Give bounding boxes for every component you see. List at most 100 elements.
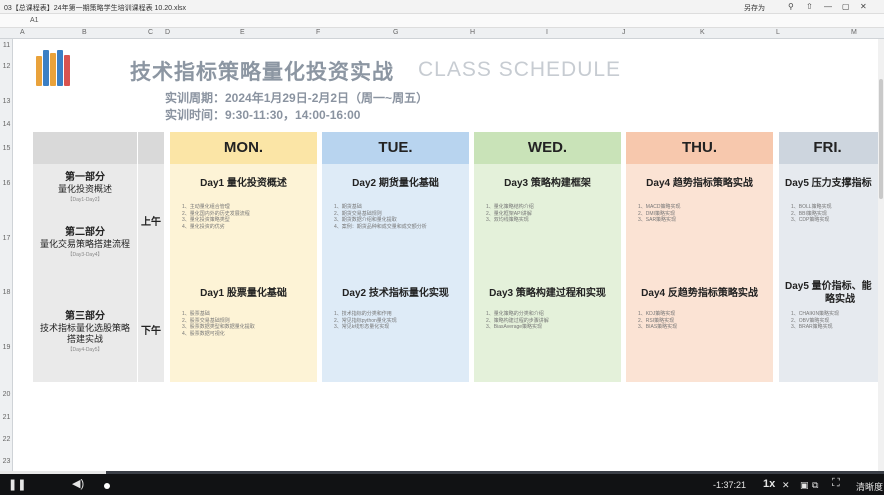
tue-am-list: 1、期货基础 2、期货交易基础规则 3、期货数据介绍和量化提取 4、案例：期货品… bbox=[334, 204, 465, 230]
list-item: 3、BiasAverage策略实现 bbox=[486, 324, 543, 330]
morning-label: 上午 bbox=[141, 217, 161, 228]
training-period: 实训周期：2024年1月29日-2月2日（周一~周五） bbox=[165, 91, 429, 105]
part-3: 第三部分 技术指标量化选股策略搭建实战 【Day4-Day5】 bbox=[33, 307, 137, 353]
window-title: 03【总课程表】24年第一期策略学生培训课程表 10.20.xlsx bbox=[4, 5, 187, 12]
part-3-title: 第三部分 bbox=[65, 311, 105, 322]
day-column-tue: TUE. Day2 期货量化基础 1、期货基础 2、期货交易基础规则 3、期货数… bbox=[322, 132, 469, 382]
list-item: 3、常见k线形态量化实现 bbox=[334, 324, 390, 330]
part-1-title: 第一部分 bbox=[65, 172, 105, 183]
row-header-14[interactable]: 14 bbox=[0, 121, 13, 128]
mon-am-title: Day1 量化投资概述 bbox=[200, 178, 287, 189]
part-2-title: 第二部分 bbox=[65, 227, 105, 238]
share-icon[interactable]: ⚲ bbox=[788, 2, 794, 11]
column-h-header[interactable]: H bbox=[470, 29, 475, 36]
column-e-header[interactable]: E bbox=[240, 29, 245, 36]
row-header-18[interactable]: 18 bbox=[0, 289, 13, 296]
thu-am-title: Day4 趋势指标策略实战 bbox=[646, 178, 753, 189]
row-header-13[interactable]: 13 bbox=[0, 98, 13, 105]
column-k-header[interactable]: K bbox=[700, 29, 705, 36]
books-logo-icon bbox=[36, 50, 70, 86]
column-c-header[interactable]: C bbox=[148, 29, 153, 36]
row-header-11[interactable]: 11 bbox=[0, 42, 13, 49]
day-header-tue: TUE. bbox=[322, 132, 469, 164]
fri-am-title: Day5 压力支撑指标 bbox=[785, 178, 872, 189]
formula-bar: A1 bbox=[0, 14, 884, 28]
mon-am-list: 1、主动量化组合管理 2、量化国内外的历史发展流程 3、量化投资策略类型 4、量… bbox=[182, 204, 313, 230]
export-icon[interactable]: ⇧ bbox=[806, 2, 813, 11]
day-column-wed: WED. Day3 策略构建框架 1、量化策略结构介绍 2、量化框架API讲解 … bbox=[474, 132, 621, 382]
column-j-header[interactable]: J bbox=[622, 29, 626, 36]
afternoon-label: 下午 bbox=[141, 326, 161, 337]
thu-am-list: 1、MACD策略实现 2、DMI策略实现 3、SAR策略实现 bbox=[638, 204, 769, 224]
clarity-button[interactable]: 清晰度 bbox=[856, 480, 883, 493]
mon-pm-list: 1、股票基础 2、股票交易基础规则 3、股票数据类型和数据量化提取 4、股票数据… bbox=[182, 311, 313, 337]
row-header-21[interactable]: 21 bbox=[0, 414, 13, 421]
fri-pm-title-line2: 略实战 bbox=[825, 294, 855, 305]
wed-am-list: 1、量化策略结构介绍 2、量化框架API讲解 3、双均线策略实现 bbox=[486, 204, 617, 224]
volume-icon[interactable]: ◀) bbox=[72, 477, 84, 490]
list-item: 4、量化投资的优劣 bbox=[182, 223, 225, 230]
window-title-bar: 03【总课程表】24年第一期策略学生培训课程表 10.20.xlsx 另存为 ⚲… bbox=[0, 0, 884, 14]
schedule-title: 技术指标策略量化投资实战 bbox=[130, 61, 394, 84]
part-3-range: 【Day4-Day5】 bbox=[67, 347, 103, 353]
day-header-wed: WED. bbox=[474, 132, 621, 164]
volume-slider-knob[interactable] bbox=[104, 483, 110, 489]
skip-icon[interactable]: ✕ bbox=[782, 480, 790, 491]
row-header-20[interactable]: 20 bbox=[0, 391, 13, 398]
danmaku-icon[interactable]: ▣ bbox=[800, 480, 809, 491]
video-progress-fill bbox=[0, 471, 107, 474]
day-header-mon: MON. bbox=[170, 132, 317, 164]
minimize-button[interactable]: — bbox=[824, 2, 832, 11]
name-box[interactable]: A1 bbox=[30, 17, 39, 24]
row-header-19[interactable]: 19 bbox=[0, 344, 13, 351]
row-header-12[interactable]: 12 bbox=[0, 63, 13, 70]
column-header-row: A B C D E F G H I J K L M bbox=[0, 28, 884, 39]
column-d-header[interactable]: D bbox=[165, 29, 170, 36]
column-m-header[interactable]: M bbox=[851, 29, 857, 36]
video-progress-bar[interactable] bbox=[0, 471, 884, 474]
mon-pm-title: Day1 股票量化基础 bbox=[200, 288, 287, 299]
scrollbar-thumb[interactable] bbox=[879, 79, 883, 199]
day-header-thu: THU. bbox=[626, 132, 773, 164]
column-i-header[interactable]: I bbox=[546, 29, 548, 36]
row-header-16[interactable]: 16 bbox=[0, 180, 13, 187]
row-header-23[interactable]: 23 bbox=[0, 458, 13, 465]
part-3-name: 技术指标量化选股策略搭建实战 bbox=[39, 323, 130, 344]
list-item: 3、SAR策略实现 bbox=[638, 217, 677, 223]
day-column-mon: MON. Day1 量化投资概述 1、主动量化组合管理 2、量化国内外的历史发展… bbox=[170, 132, 317, 382]
column-b-header[interactable]: B bbox=[82, 29, 87, 36]
row-header-17[interactable]: 17 bbox=[0, 235, 13, 242]
save-as-button[interactable]: 另存为 bbox=[744, 3, 765, 13]
row-header-15[interactable]: 15 bbox=[0, 145, 13, 152]
part-1-name: 量化投资概述 bbox=[57, 184, 112, 194]
list-item: 3、BIAS策略实现 bbox=[638, 324, 678, 330]
close-button[interactable]: ✕ bbox=[860, 2, 867, 11]
column-a-header[interactable]: A bbox=[20, 29, 25, 36]
list-item: 4、案例：期货品种和成交量和成交额分析 bbox=[334, 223, 427, 230]
tue-am-title: Day2 期货量化基础 bbox=[352, 178, 439, 189]
day-column-thu: THU. Day4 趋势指标策略实战 1、MACD策略实现 2、DMI策略实现 … bbox=[626, 132, 773, 382]
fri-pm-title: Day5 量价指标、能 bbox=[785, 281, 872, 292]
fullscreen-icon[interactable]: ⛶ bbox=[832, 477, 840, 490]
row-header-22[interactable]: 22 bbox=[0, 436, 13, 443]
column-l-header[interactable]: L bbox=[776, 29, 780, 36]
session-column-header bbox=[138, 132, 164, 164]
part-2-range: 【Day3-Day4】 bbox=[67, 252, 103, 258]
pip-icon[interactable]: ⧉ bbox=[812, 480, 818, 491]
thu-pm-title: Day4 反趋势指标策略实战 bbox=[641, 288, 758, 299]
day-column-fri: FRI. Day5 压力支撑指标 1、BOLL策略实现 2、BBI策略实现 3、… bbox=[779, 132, 878, 382]
playback-speed-button[interactable]: 1x bbox=[763, 478, 775, 490]
wed-pm-title: Day3 策略构建过程和实现 bbox=[489, 288, 606, 299]
schedule-subtitle: CLASS SCHEDULE bbox=[418, 58, 622, 81]
part-1: 第一部分 量化投资概述 【Day1-Day2】 bbox=[33, 168, 137, 203]
session-column bbox=[138, 132, 164, 382]
tue-pm-list: 1、技术指标的分类和作用 2、常见指标python量化实现 3、常见k线形态量化… bbox=[334, 311, 465, 331]
pause-icon[interactable]: ❚❚ bbox=[8, 478, 26, 491]
maximize-button[interactable]: ▢ bbox=[842, 2, 850, 11]
column-g-header[interactable]: G bbox=[393, 29, 398, 36]
list-item: 3、双均线策略实现 bbox=[486, 217, 529, 223]
fri-am-list: 1、BOLL策略实现 2、BBI策略实现 3、CDP策略实现 bbox=[791, 204, 874, 224]
column-f-header[interactable]: F bbox=[316, 29, 320, 36]
thu-pm-list: 1、KDJ策略实现 2、RSI策略实现 3、BIAS策略实现 bbox=[638, 311, 769, 331]
vertical-scrollbar[interactable] bbox=[878, 39, 884, 471]
